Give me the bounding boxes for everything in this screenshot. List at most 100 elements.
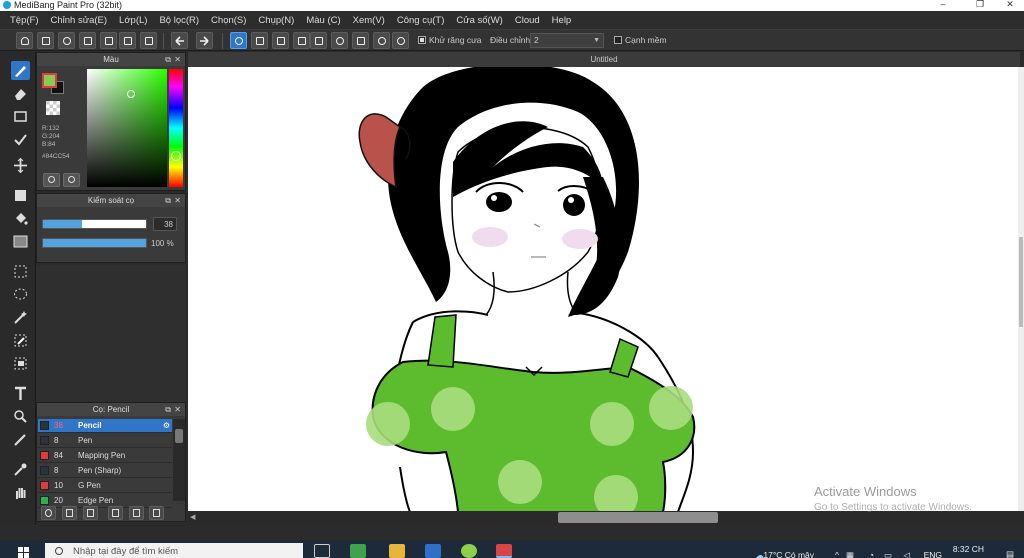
close-button[interactable]: ✕ [995,0,1024,11]
popout-icon[interactable]: ⧉ [165,53,171,66]
canvas-horizontal-scrollbar[interactable]: ◀ [188,511,1024,525]
menu-filter[interactable]: Bộ lọc(R) [159,15,199,26]
magic-wand-tool-icon[interactable] [11,308,30,327]
menu-view[interactable]: Xem(V) [353,15,385,26]
canvas-vertical-scrollbar[interactable] [1018,67,1024,512]
brush-tool-icon[interactable] [11,61,30,80]
dotted-pen-tool-icon[interactable] [11,430,30,449]
cloud-add-icon[interactable] [41,506,56,520]
hue-slider[interactable] [169,69,183,187]
fill-rect-tool-icon[interactable] [11,186,30,205]
menu-help[interactable]: Help [552,15,572,26]
brush-menu-icon[interactable] [83,506,98,520]
menu-window[interactable]: Cửa số(W) [456,15,502,26]
gradient-tool-icon[interactable] [11,232,30,251]
pen-check-tool-icon[interactable] [11,130,30,149]
menu-file[interactable]: Tệp(F) [10,15,39,26]
settings-icon[interactable] [392,32,409,49]
brush-list-item[interactable]: 38 Pencil ⚙ [38,419,172,433]
smooth-toggle[interactable]: Cạnh mềm [614,35,667,45]
clock[interactable]: 8:32 CH [953,544,984,554]
language-indicator[interactable]: ENG [924,550,942,558]
brush-size-value[interactable]: 38 [153,217,177,231]
close-icon[interactable]: ✕ [174,53,181,66]
parallel-snap-icon[interactable] [251,32,268,49]
ellipse-snap-icon[interactable] [373,32,390,49]
medibang-taskbar-icon[interactable] [496,544,512,558]
bucket-tool-icon[interactable] [11,209,30,228]
rectangle-tool-icon[interactable] [11,107,30,126]
circle-snap-icon[interactable] [331,32,348,49]
menu-cloud[interactable]: Cloud [515,15,540,26]
layers-icon[interactable] [140,32,157,49]
menu-snap[interactable]: Chụp(N) [258,15,294,26]
menu-edit[interactable]: Chỉnh sửa(E) [51,15,108,26]
color-history-icon[interactable] [63,173,80,187]
menu-color[interactable]: Màu (C) [306,15,340,26]
brush-opacity-slider[interactable] [42,238,147,248]
hand-tool-icon[interactable] [11,483,30,502]
duplicate-icon[interactable] [149,506,164,520]
brush-size-slider[interactable] [42,219,147,229]
menu-tools[interactable]: Công cụ(T) [397,15,445,26]
undo-icon[interactable] [171,32,188,49]
cloud-icon[interactable] [16,32,33,49]
scroll-thumb[interactable] [1019,237,1023,327]
network-icon[interactable]: ▦ [846,550,854,558]
file-explorer-icon[interactable] [389,544,405,558]
palette-icon[interactable] [43,173,60,187]
snap-off-icon[interactable] [230,32,247,49]
share-icon[interactable] [37,32,54,49]
eraser-tool-icon[interactable] [11,84,30,103]
move-tool-icon[interactable] [11,156,30,175]
windows-start-icon[interactable] [18,547,30,558]
popout-icon[interactable]: ⧉ [165,403,171,416]
weather-text[interactable]: 17°C Có mây [763,550,814,558]
brush-list-item[interactable]: 84 Mapping Pen [38,449,172,463]
popout-icon[interactable]: ⧉ [165,194,171,207]
smooth-checkbox[interactable] [614,36,622,44]
antialias-toggle[interactable]: Khử răng cưa [418,35,482,45]
task-view-icon[interactable] [314,544,330,558]
close-icon[interactable]: ✕ [174,194,181,207]
chevron-up-icon[interactable]: ^ [835,550,839,558]
edge-browser-icon[interactable] [350,544,366,558]
battery-icon[interactable]: ▭ [884,550,892,558]
new-brush-icon[interactable] [62,506,77,520]
adjust-select[interactable]: 2 ▼ [530,33,604,48]
eyedropper-tool-icon[interactable] [11,460,30,479]
scroll-thumb[interactable] [175,429,183,443]
menu-select[interactable]: Chọn(S) [211,15,246,26]
curve-snap-icon[interactable] [352,32,369,49]
menu-layer[interactable]: Lớp(L) [119,15,147,26]
canvas-tab[interactable]: Untitled [188,52,1020,67]
maximize-button[interactable]: ❐ [965,0,995,11]
radial-snap-icon[interactable] [310,32,327,49]
grid-icon[interactable] [119,32,136,49]
select-rect-tool-icon[interactable] [11,262,30,281]
document-icon[interactable] [100,32,117,49]
gear-icon[interactable]: ⚙ [163,419,170,433]
select-pen-tool-icon[interactable] [11,331,30,350]
volume-icon[interactable]: ◁ [903,550,910,558]
screen-icon[interactable] [79,32,96,49]
notification-icon[interactable]: ▤ [1006,549,1014,558]
brush-list-item[interactable]: 8 Pen [38,434,172,448]
brush-list-scrollbar[interactable] [173,419,185,501]
minimize-button[interactable]: – [928,0,958,11]
cross-snap-icon[interactable] [272,32,289,49]
scroll-left-icon[interactable]: ◀ [190,513,195,521]
antialias-checkbox[interactable] [418,36,426,44]
brush-properties-icon[interactable] [108,506,123,520]
redo-icon[interactable] [196,32,213,49]
operation-tool-icon[interactable] [11,407,30,426]
brush-list-item[interactable]: 8 Pen (Sharp) [38,464,172,478]
wifi-icon[interactable]: ◔ [869,550,874,558]
lasso-tool-icon[interactable] [11,285,30,304]
select-eraser-tool-icon[interactable] [11,354,30,373]
vanishing-snap-icon[interactable] [293,32,310,49]
text-tool-icon[interactable] [11,384,30,403]
store-icon[interactable] [425,544,441,558]
comment-icon[interactable] [58,32,75,49]
close-icon[interactable]: ✕ [174,403,181,416]
